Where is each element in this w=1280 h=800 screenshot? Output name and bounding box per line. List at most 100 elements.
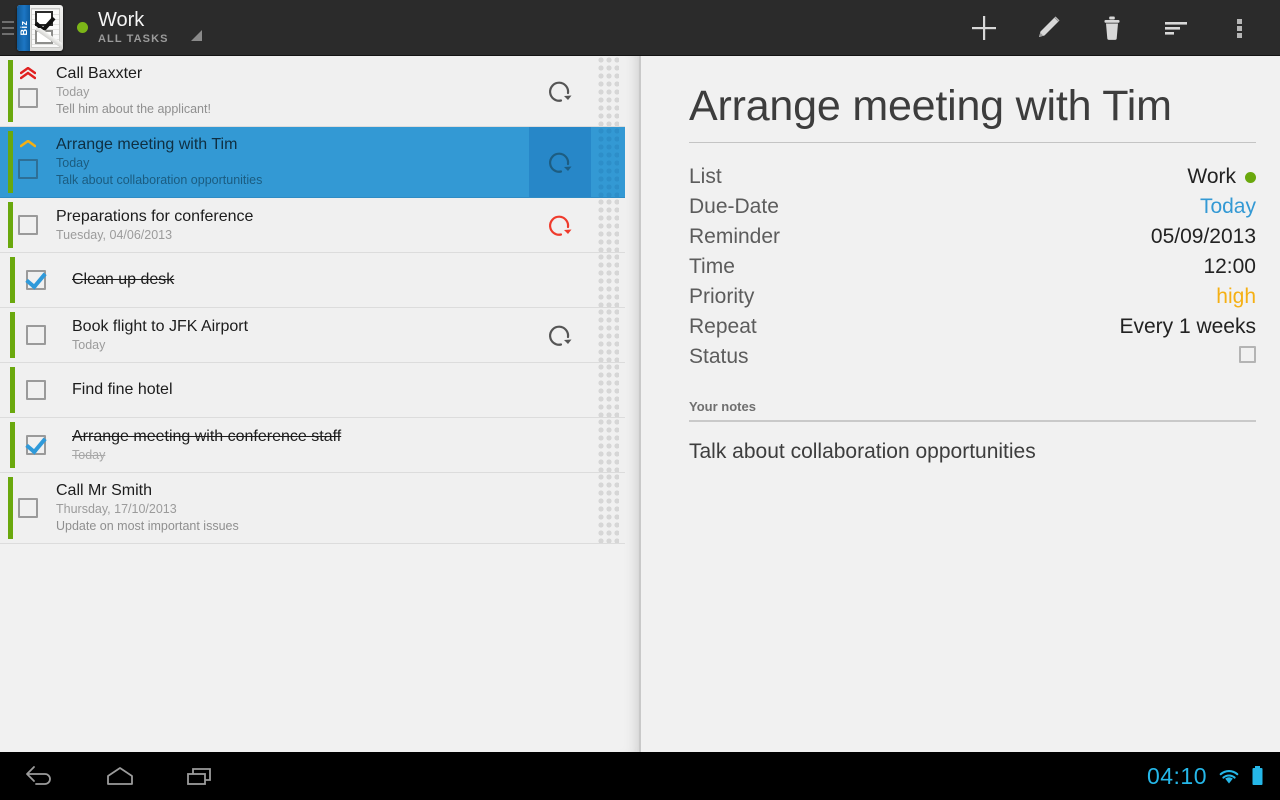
table-row[interactable]: Book flight to JFK Airport Today [0,308,625,363]
task-checkbox-cell[interactable] [0,308,72,362]
field-value: 12:00 [1203,255,1256,278]
task-checkbox[interactable] [18,498,38,518]
detail-title[interactable]: Arrange meeting with Tim [665,56,1256,142]
field-label: List [689,165,722,188]
add-task-button[interactable] [952,0,1016,56]
task-date: Today [72,447,106,462]
grip-dots-icon [597,418,619,472]
task-checkbox-cell[interactable] [0,473,56,543]
pencil-icon [1039,16,1060,37]
field-time[interactable]: Time 12:00 [689,255,1256,285]
sort-button[interactable] [1144,0,1208,56]
task-checkbox[interactable] [26,325,46,345]
task-repeat-cell[interactable] [529,56,591,126]
task-checkbox[interactable] [18,215,38,235]
task-title: Clean up desk [72,271,175,288]
task-body[interactable]: Call Mr Smith Thursday, 17/10/2013 Updat… [56,473,529,543]
drag-handle[interactable] [591,308,625,362]
task-repeat-cell [529,363,591,417]
field-status[interactable]: Status [689,345,1256,375]
drawer-handle-icon[interactable] [0,0,16,56]
notes-text[interactable]: Talk about collaboration opportunities [689,440,1256,464]
overflow-button[interactable] [1208,0,1272,56]
task-note: Tell him about the applicant! [56,102,211,116]
nav-recents-button[interactable] [160,752,240,800]
priority-high-icon [20,140,36,152]
nav-back-button[interactable] [0,752,80,800]
notes-label: Your notes [689,399,756,414]
task-repeat-cell [529,418,591,472]
table-row[interactable]: Call Mr Smith Thursday, 17/10/2013 Updat… [0,473,625,544]
task-checkbox-cell[interactable] [0,363,72,417]
home-icon [107,767,133,785]
table-row[interactable]: Arrange meeting with conference staff To… [0,418,625,473]
biz-notepad-checklist-icon[interactable]: Biz [17,4,63,51]
list-color-dot [1245,171,1256,183]
task-repeat-cell[interactable] [529,308,591,362]
task-checkbox-cell[interactable] [0,253,72,307]
task-checkbox-cell[interactable] [0,127,56,197]
repeat-icon [549,325,572,346]
table-row[interactable]: Clean up desk [0,253,625,308]
task-checkbox[interactable] [18,159,38,179]
status-icons[interactable]: 04:10 [1147,763,1280,790]
drag-handle[interactable] [591,56,625,126]
list-title-group[interactable]: Work ALL TASKS [98,9,169,46]
task-checkbox[interactable] [26,380,46,400]
task-body[interactable]: Find fine hotel [72,363,529,417]
table-row[interactable]: Preparations for conference Tuesday, 04/… [0,198,625,253]
grip-dots-icon [597,363,619,417]
status-clock: 04:10 [1146,762,1207,789]
nav-home-button[interactable] [80,752,160,800]
task-body[interactable]: Call Baxxter Today Tell him about the ap… [56,56,529,126]
task-repeat-cell[interactable] [529,198,591,252]
task-title: Arrange meeting with Tim [56,136,238,153]
notes-divider [689,420,1256,422]
system-navigation-bar: 04:10 [0,752,1280,800]
status-checkbox[interactable] [1239,346,1256,363]
drag-handle[interactable] [591,127,625,197]
delete-task-button[interactable] [1080,0,1144,56]
task-body[interactable]: Preparations for conference Tuesday, 04/… [56,198,529,252]
task-checkbox[interactable] [26,270,46,290]
battery-full-icon [1252,766,1263,785]
edit-task-button[interactable] [1016,0,1080,56]
drag-handle[interactable] [591,198,625,252]
dropdown-caret-icon[interactable] [190,30,202,41]
table-row[interactable]: Call Baxxter Today Tell him about the ap… [0,56,625,127]
drag-handle[interactable] [591,473,625,543]
task-date: Today [56,156,90,170]
task-title: Book flight to JFK Airport [72,317,249,335]
drag-handle[interactable] [591,363,625,417]
drag-handle[interactable] [591,253,625,307]
grip-dots-icon [597,56,619,126]
task-checkbox-cell[interactable] [0,418,72,472]
task-body[interactable]: Clean up desk [72,253,529,307]
task-body[interactable]: Book flight to JFK Airport Today [72,308,529,362]
field-label: Priority [689,285,755,308]
field-value [1239,346,1256,363]
task-body[interactable]: Arrange meeting with Tim Today Talk abou… [56,127,529,197]
task-checkbox-cell[interactable] [0,198,56,252]
field-value: high [1216,285,1256,308]
field-reminder[interactable]: Reminder 05/09/2013 [689,225,1256,255]
task-checkbox[interactable] [18,88,38,108]
task-checkbox[interactable] [26,435,46,455]
action-bar: Biz Work ALL TASKS [0,0,1280,56]
task-body[interactable]: Arrange meeting with conference staff To… [72,418,529,472]
grip-dots-icon [597,198,619,252]
task-list-pane[interactable]: Call Baxxter Today Tell him about the ap… [0,56,640,752]
task-checkbox-cell[interactable] [0,56,56,126]
drag-handle[interactable] [591,418,625,472]
grip-dots-icon [597,473,619,543]
field-priority[interactable]: Priority high [689,285,1256,315]
task-repeat-cell[interactable] [529,127,591,197]
table-row[interactable]: Find fine hotel [0,363,625,418]
field-repeat[interactable]: Repeat Every 1 weeks [689,315,1256,345]
page-subtitle: ALL TASKS [98,33,169,45]
field-due-date[interactable]: Due-Date Today [689,195,1256,225]
table-row[interactable]: Arrange meeting with Tim Today Talk abou… [0,127,625,198]
field-list[interactable]: List Work [689,165,1256,195]
field-label: Status [689,345,749,368]
task-title: Arrange meeting with conference staff [72,427,342,445]
